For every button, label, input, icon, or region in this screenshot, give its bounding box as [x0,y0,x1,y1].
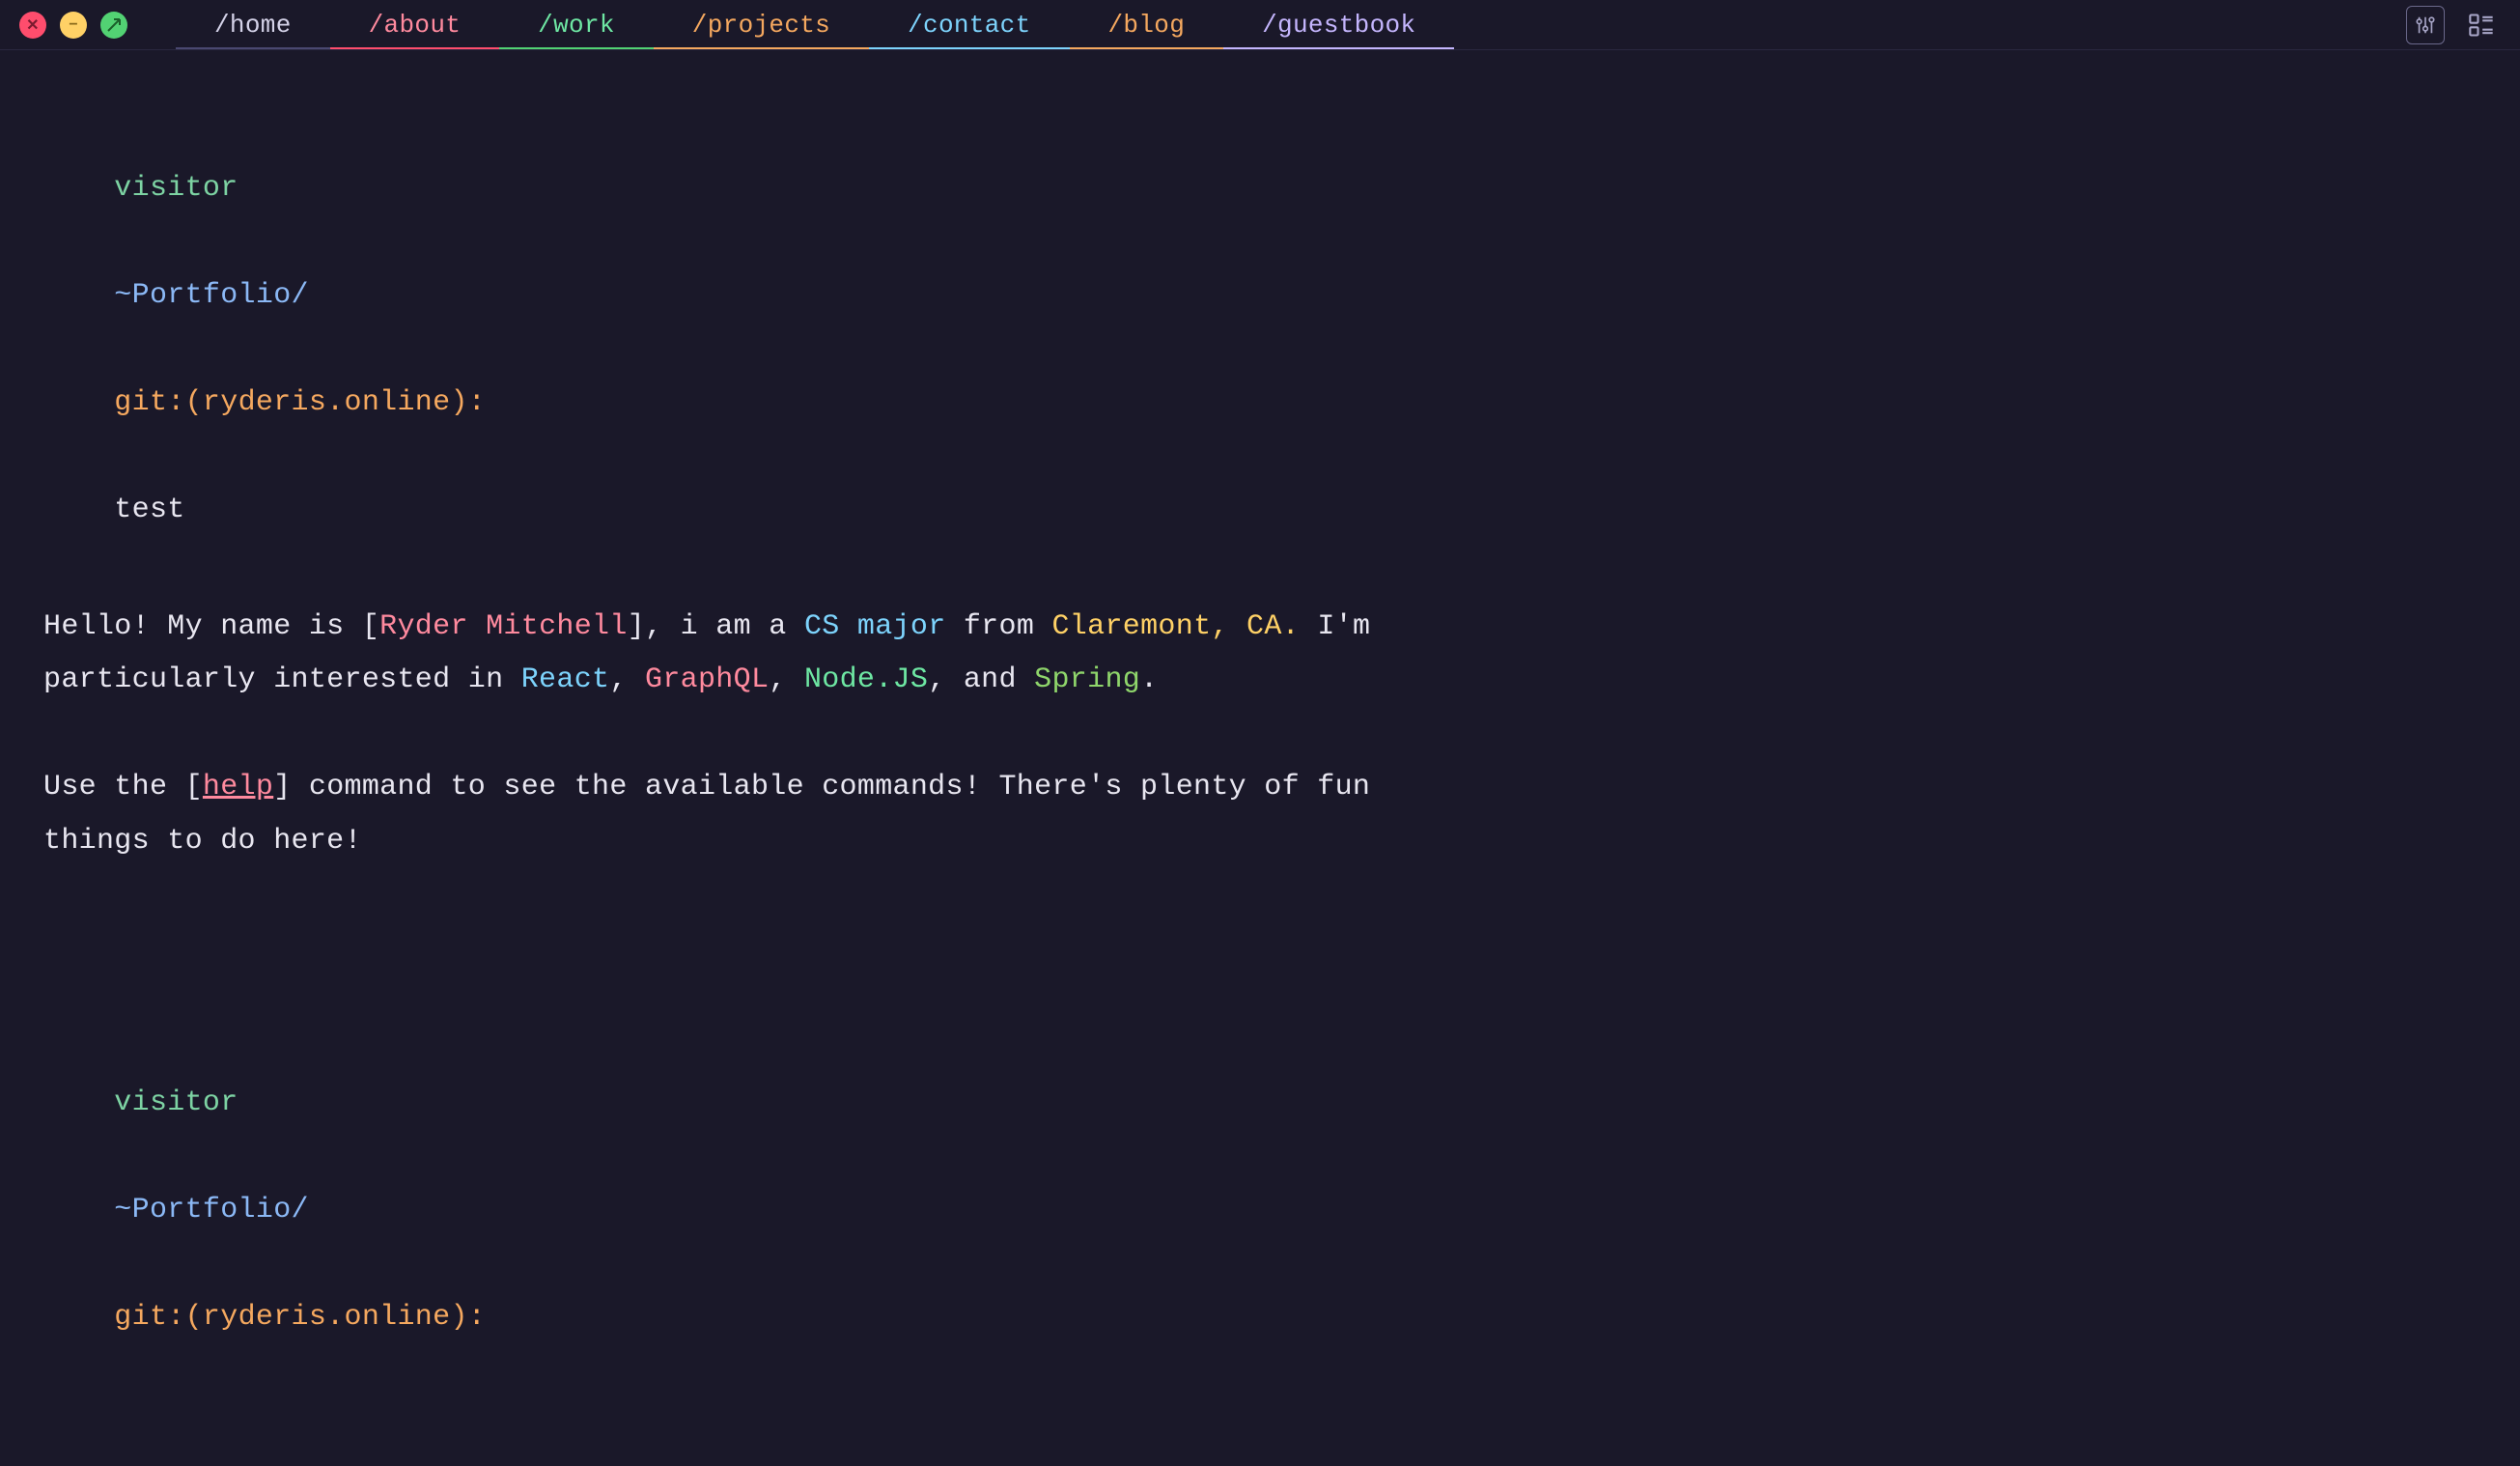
tab-guestbook[interactable]: /guestbook [1223,0,1454,49]
bracket-close: ] [628,610,645,643]
tab-label: /projects [692,11,830,40]
tech-spring: Spring [1034,663,1140,696]
hint-paragraph: Use the [help] command to see the availa… [43,761,1376,868]
settings-icon[interactable] [2406,6,2445,44]
prompt-git: git: [114,1301,184,1334]
prompt-path: ~Portfolio/ [114,1194,309,1226]
tech-node: Node.JS [804,663,928,696]
period: . [1140,663,1158,696]
prompt-branch: ryderis.online [203,1301,451,1334]
tab-about[interactable]: /about [330,0,500,49]
prompt-line-1: visitor ~Portfolio/ git:(ryderis.online)… [43,108,2477,591]
layout-icon[interactable] [2462,6,2501,44]
intro-text: from [946,610,1052,643]
typed-command: test [114,493,184,526]
hint-text: Use the [43,771,185,803]
tab-label: /guestbook [1262,11,1415,40]
prompt-user: visitor [114,1086,238,1119]
branch-close: ): [450,386,486,419]
tech-graphql: GraphQL [645,663,769,696]
tab-label: /home [214,11,292,40]
window-controls: ✕ − [19,12,127,39]
topbar: ✕ − /home /about /work /projects /contac… [0,0,2520,50]
prompt-path: ~Portfolio/ [114,279,309,312]
bracket-open: [ [185,771,203,803]
tab-home[interactable]: /home [176,0,330,49]
intro-text: Hello! My name is [43,610,362,643]
location: Claremont, CA. [1051,610,1300,643]
comma: , and [928,663,1034,696]
bracket-close: ] [273,771,291,803]
branch-open: ( [185,386,203,419]
prompt-git: git: [114,386,184,419]
tab-projects[interactable]: /projects [654,0,869,49]
topbar-icons [2406,6,2501,44]
tab-label: /work [538,11,615,40]
tab-work[interactable]: /work [499,0,654,49]
terminal: visitor ~Portfolio/ git:(ryderis.online)… [0,50,2520,1466]
prompt-user: visitor [114,172,238,205]
comma: , [609,663,645,696]
tab-label: /blog [1108,11,1186,40]
bracket-open: [ [362,610,379,643]
tech-react: React [521,663,610,696]
close-button[interactable]: ✕ [19,12,46,39]
comma: , [769,663,804,696]
cs-major: CS major [804,610,946,643]
branch-open: ( [185,1301,203,1334]
prompt-branch: ryderis.online [203,386,451,419]
help-link[interactable]: help [203,771,273,803]
tab-label: /contact [908,11,1030,40]
intro-paragraph: Hello! My name is [Ryder Mitchell], i am… [43,601,1376,708]
tab-label: /about [369,11,462,40]
tab-contact[interactable]: /contact [869,0,1069,49]
author-name: Ryder Mitchell [379,610,628,643]
prompt-line-2[interactable]: visitor ~Portfolio/ git:(ryderis.online)… [43,1023,2477,1398]
branch-close: ): [450,1301,486,1334]
tabs: /home /about /work /projects /contact /b… [176,0,2406,49]
minimize-button[interactable]: − [60,12,87,39]
intro-text: , i am a [645,610,804,643]
tab-blog[interactable]: /blog [1070,0,1224,49]
maximize-button[interactable] [100,12,127,39]
